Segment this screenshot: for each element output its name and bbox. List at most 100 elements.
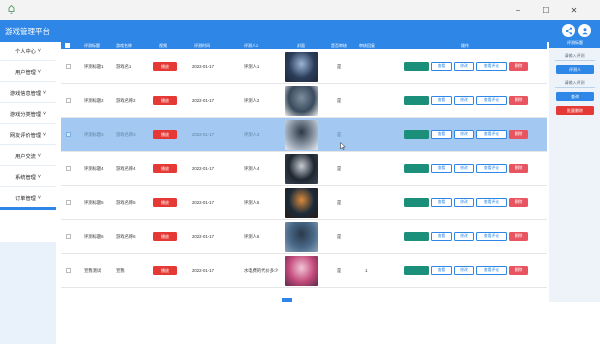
review-title-cell: 评测标题2 xyxy=(84,98,104,103)
row-checkbox[interactable] xyxy=(66,234,71,239)
row-checkbox[interactable] xyxy=(66,166,71,171)
delete-button[interactable]: 删除 xyxy=(509,130,528,139)
minimize-button[interactable]: − xyxy=(511,3,525,17)
sidebar-item-system[interactable]: 系统管理 ˅ xyxy=(0,168,56,186)
cover-image xyxy=(285,154,318,184)
view-comments-button[interactable]: 查看评论 xyxy=(476,130,507,139)
row-checkbox[interactable] xyxy=(66,200,71,205)
delete-button[interactable]: 删除 xyxy=(509,232,528,241)
sidebar-item-user-chat[interactable]: 用户交流 ˅ xyxy=(0,147,56,165)
sidebar-item-label: 用户管理 xyxy=(15,69,36,76)
edit-button[interactable]: 修改 xyxy=(454,62,474,71)
sidebar-item-personal-center[interactable]: 个人中心 ˅ xyxy=(0,42,56,60)
view-comments-button[interactable]: 查看评论 xyxy=(476,164,507,173)
batch-delete-button[interactable]: 批量删除 xyxy=(556,106,594,115)
play-video-button[interactable]: 播放 xyxy=(153,130,177,139)
sidebar-bottom-panel xyxy=(0,242,56,344)
cover-image xyxy=(285,86,318,116)
reviewer-cell: 水电费的代价多少 xyxy=(244,268,279,273)
row-checkbox[interactable] xyxy=(66,98,71,103)
title-search-input[interactable]: 请输入评测 xyxy=(549,53,600,59)
cover-image xyxy=(285,222,318,252)
divider xyxy=(0,144,56,145)
title-filter-button[interactable]: 评测标题 xyxy=(556,38,594,47)
audit-button[interactable] xyxy=(404,232,429,241)
divider xyxy=(0,60,56,61)
audit-button[interactable] xyxy=(404,96,429,105)
user-button[interactable] xyxy=(578,24,591,37)
game-name-cell: 游戏名称6 xyxy=(116,234,136,239)
edit-button[interactable]: 修改 xyxy=(454,232,474,241)
view-button[interactable]: 查看 xyxy=(431,266,452,275)
edit-button[interactable]: 修改 xyxy=(454,164,474,173)
audit-button[interactable] xyxy=(404,62,429,71)
table-row[interactable]: 评测标题2 游戏名称2 播放 2022-01-17 评测人2 是 查看 修改 查看评论 删除 xyxy=(61,84,547,118)
delete-button[interactable]: 删除 xyxy=(509,266,528,275)
select-all-checkbox[interactable] xyxy=(65,43,70,48)
table-row[interactable]: 宣我测试 宣我 播放 2022-01-17 水电费的代价多少 是 1 查看 修改 查看评论 删除 xyxy=(61,254,547,288)
sidebar-item-users[interactable]: 用户管理 ˅ xyxy=(0,63,56,81)
view-button[interactable]: 查看 xyxy=(431,164,452,173)
edit-button[interactable]: 修改 xyxy=(454,266,474,275)
column-header: 游戏名称 xyxy=(116,43,132,48)
play-video-button[interactable]: 播放 xyxy=(153,62,177,71)
play-video-button[interactable]: 播放 xyxy=(153,198,177,207)
table-row[interactable]: 评测标题3 游戏名称3 播放 2022-01-17 评测人3 是 查看 修改 查看评论 删除 xyxy=(61,118,547,152)
share-button[interactable] xyxy=(562,24,575,37)
audit-status-cell: 是 xyxy=(337,268,342,273)
audit-button[interactable] xyxy=(404,164,429,173)
maximize-button[interactable]: ☐ xyxy=(539,3,553,17)
game-name-cell: 游戏名称2 xyxy=(116,98,136,103)
play-video-button[interactable]: 播放 xyxy=(153,266,177,275)
view-comments-button[interactable]: 查看评论 xyxy=(476,62,507,71)
delete-button[interactable]: 删除 xyxy=(509,62,528,71)
sidebar-item-orders[interactable]: 订单管理 ˅ xyxy=(0,189,56,207)
play-video-button[interactable]: 播放 xyxy=(153,96,177,105)
play-video-button[interactable]: 播放 xyxy=(153,164,177,173)
audit-status-cell: 是 xyxy=(337,234,342,239)
table-row[interactable]: 评测标题5 游戏名称5 播放 2022-01-17 评测人5 是 查看 修改 查看评论 删除 xyxy=(61,186,547,220)
review-date-cell: 2022-01-17 xyxy=(192,98,214,103)
edit-button[interactable]: 修改 xyxy=(454,96,474,105)
review-date-cell: 2022-01-17 xyxy=(192,234,214,239)
view-comments-button[interactable]: 查看评论 xyxy=(476,96,507,105)
table-row[interactable]: 评测标题1 游戏名1 播放 2022-01-17 评测人1 是 查看 修改 查看评论 删除 xyxy=(61,50,547,84)
sidebar-item-game-category[interactable]: 游戏分类管理 ˅ xyxy=(0,105,56,123)
view-comments-button[interactable]: 查看评论 xyxy=(476,266,507,275)
audit-button[interactable] xyxy=(404,266,429,275)
edit-button[interactable]: 修改 xyxy=(454,198,474,207)
edit-button[interactable]: 修改 xyxy=(454,130,474,139)
app-icon xyxy=(8,5,15,14)
row-checkbox[interactable] xyxy=(66,64,71,69)
view-button[interactable]: 查看 xyxy=(431,232,452,241)
cover-fill xyxy=(285,120,318,150)
table-row[interactable]: 评测标题4 游戏名称4 播放 2022-01-17 评测人4 是 查看 修改 查看评论 删除 xyxy=(61,152,547,186)
close-button[interactable]: ✕ xyxy=(567,3,581,17)
row-checkbox[interactable] xyxy=(66,132,71,137)
audit-button[interactable] xyxy=(404,198,429,207)
delete-button[interactable]: 删除 xyxy=(509,164,528,173)
sidebar-item-reviews[interactable]: 网友评价管理 ˅ xyxy=(0,126,56,144)
audit-button[interactable] xyxy=(404,130,429,139)
view-button[interactable]: 查看 xyxy=(431,130,452,139)
view-comments-button[interactable]: 查看评论 xyxy=(476,198,507,207)
view-button[interactable]: 查看 xyxy=(431,198,452,207)
play-video-button[interactable]: 播放 xyxy=(153,232,177,241)
sidebar-item-game-info[interactable]: 游戏信息管理 ˅ xyxy=(0,84,56,102)
chevron-down-icon: ˅ xyxy=(37,48,41,54)
view-button[interactable]: 查看 xyxy=(431,96,452,105)
game-name-cell: 游戏名1 xyxy=(116,64,132,69)
cover-fill xyxy=(285,188,318,218)
view-comments-button[interactable]: 查看评论 xyxy=(476,232,507,241)
delete-button[interactable]: 删除 xyxy=(509,96,528,105)
horizontal-scrollbar-thumb[interactable] xyxy=(282,298,292,302)
reviewer-filter-button[interactable]: 评测人 xyxy=(556,65,594,74)
chevron-down-icon: ˅ xyxy=(37,153,41,159)
delete-button[interactable]: 删除 xyxy=(509,198,528,207)
table-row[interactable]: 评测标题6 游戏名称6 播放 2022-01-17 评测人6 是 查看 修改 查看评论 删除 xyxy=(61,220,547,254)
app-header: 游戏管理平台 xyxy=(0,20,600,42)
view-button[interactable]: 查看 xyxy=(431,62,452,71)
row-checkbox[interactable] xyxy=(66,268,71,273)
query-button[interactable]: 查询 xyxy=(556,92,594,101)
reviewer-search-input[interactable]: 请输入评测 xyxy=(549,80,600,86)
